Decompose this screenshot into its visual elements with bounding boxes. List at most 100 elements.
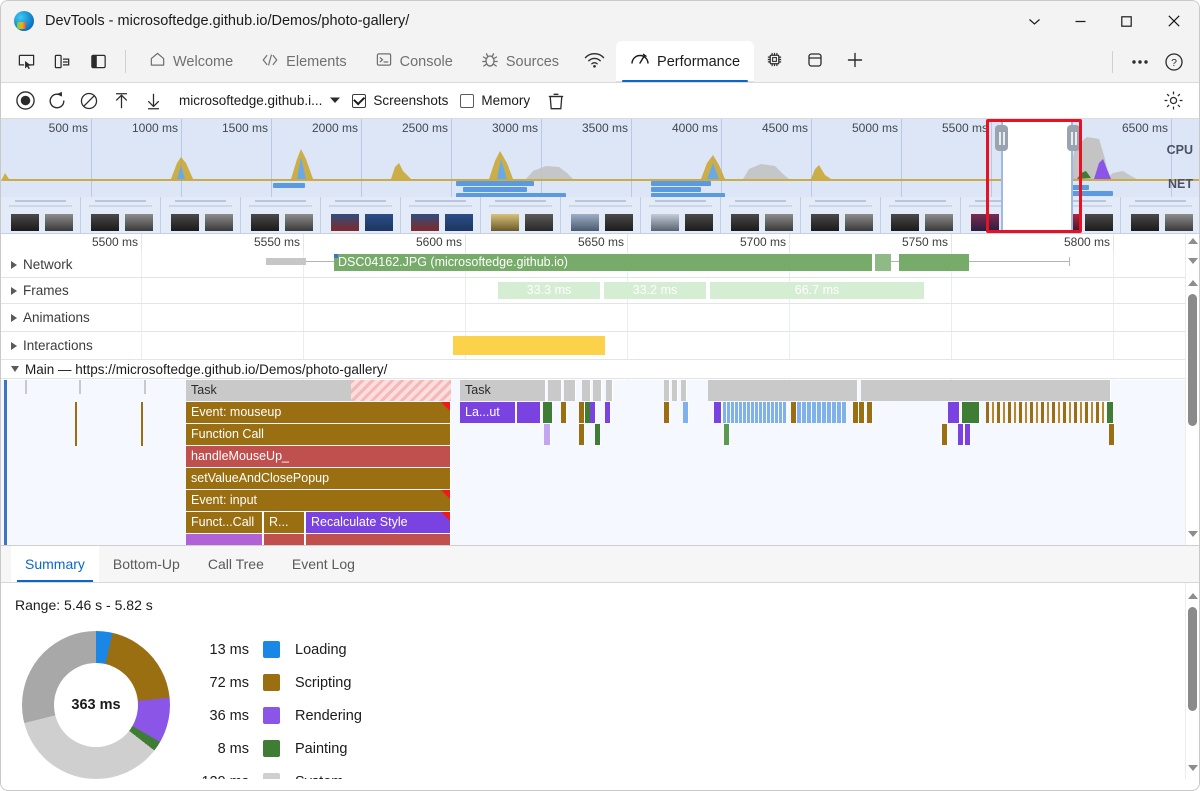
expand-triangle-icon[interactable] xyxy=(11,314,17,322)
track-network[interactable]: Network DSC04162.JPG (microsoftedge.gith… xyxy=(1,252,1185,278)
tab-elements[interactable]: Elements xyxy=(247,41,360,82)
scroll-down-arrow[interactable] xyxy=(1188,765,1198,771)
flame-bar-scripting[interactable] xyxy=(867,402,873,423)
tab-sources[interactable]: Sources xyxy=(467,41,573,82)
scroll-up-arrow[interactable] xyxy=(1188,593,1198,599)
flame-bar-function-call-short[interactable]: Funct...Call xyxy=(186,512,263,533)
save-profile-icon[interactable] xyxy=(137,87,169,115)
track-label-network[interactable]: Network xyxy=(1,252,73,277)
expand-triangle-icon[interactable] xyxy=(11,342,17,350)
track-label-frames[interactable]: Frames xyxy=(1,278,69,303)
frame-duration-box[interactable]: 33.2 ms xyxy=(604,282,708,299)
flame-bar-rendering-light[interactable] xyxy=(544,424,551,445)
tab-network[interactable] xyxy=(573,41,616,82)
flame-bar-painting[interactable] xyxy=(724,424,730,445)
minimize-icon[interactable] xyxy=(1057,1,1103,41)
flame-bar-scripting[interactable] xyxy=(859,402,865,423)
main-thread-flame-stack[interactable]: Task Task Event: mouseup La...ut xyxy=(1,380,1185,545)
filmstrip-frame[interactable] xyxy=(801,197,881,234)
flame-bar-task[interactable] xyxy=(672,380,678,401)
flame-bar-task[interactable] xyxy=(582,380,591,401)
tab-event-log[interactable]: Event Log xyxy=(278,546,369,582)
scroll-up-arrow[interactable] xyxy=(1188,238,1198,244)
legend-row-scripting[interactable]: 72 ms Scripting xyxy=(191,666,362,699)
network-request-bar[interactable] xyxy=(875,254,891,271)
network-request-bar[interactable]: DSC04162.JPG (microsoftedge.github.io) xyxy=(334,254,872,271)
track-label-interactions[interactable]: Interactions xyxy=(1,332,93,359)
filmstrip-frame[interactable] xyxy=(881,197,961,234)
flame-bar-event-mouseup[interactable]: Event: mouseup xyxy=(186,402,451,423)
overview-selection-window[interactable] xyxy=(1001,119,1073,233)
tab-call-tree[interactable]: Call Tree xyxy=(194,546,278,582)
scroll-up-arrow[interactable] xyxy=(1188,280,1198,286)
load-profile-icon[interactable] xyxy=(105,87,137,115)
inspect-icon[interactable] xyxy=(11,47,41,77)
filmstrip-frame[interactable] xyxy=(1121,197,1199,234)
chevron-down-icon[interactable] xyxy=(1011,1,1057,41)
flame-bar-scripting[interactable] xyxy=(664,402,670,423)
recording-target-label[interactable]: microsoftedge.github.i... xyxy=(179,93,322,108)
legend-row-rendering[interactable]: 36 ms Rendering xyxy=(191,699,362,732)
frame-duration-box[interactable]: 33.3 ms xyxy=(498,282,602,299)
maximize-icon[interactable] xyxy=(1103,1,1149,41)
track-label-main[interactable]: Main — https://microsoftedge.github.io/D… xyxy=(1,360,1185,379)
flame-bar-task[interactable] xyxy=(681,380,687,401)
dock-side-icon[interactable] xyxy=(83,47,113,77)
flame-bar-recalc-short[interactable]: R... xyxy=(264,512,305,533)
flame-bar-task[interactable] xyxy=(548,380,562,401)
flame-bar-task[interactable] xyxy=(861,380,1111,401)
filmstrip-frame[interactable] xyxy=(1,197,81,234)
flame-bar-handlemouseup[interactable]: handleMouseUp_ xyxy=(186,446,451,467)
tab-console[interactable]: Console xyxy=(361,41,467,82)
timeline-overview[interactable]: 500 ms 1000 ms 1500 ms 2000 ms 2500 ms 3… xyxy=(1,119,1199,234)
flame-bar-rendering[interactable] xyxy=(590,402,596,423)
flame-bar-task[interactable] xyxy=(606,380,613,401)
frame-duration-box[interactable]: 66.7 ms xyxy=(710,282,926,299)
chevron-down-icon[interactable] xyxy=(322,96,348,105)
flame-bar-layout[interactable]: La...ut xyxy=(460,402,516,423)
flame-bar-function-call[interactable]: Function Call xyxy=(186,424,451,445)
flame-bar-rendering[interactable] xyxy=(965,424,971,445)
summary-scrollbar[interactable] xyxy=(1185,583,1199,779)
flame-bar-rendering[interactable] xyxy=(517,402,541,423)
tab-bottom-up[interactable]: Bottom-Up xyxy=(99,546,194,582)
interaction-event-bar[interactable] xyxy=(453,336,605,355)
flame-bar-rendering[interactable] xyxy=(714,402,722,423)
clear-recording-icon[interactable] xyxy=(73,87,105,115)
flame-chart-area[interactable]: 5500 ms 5550 ms 5600 ms 5650 ms 5700 ms … xyxy=(1,234,1199,546)
flame-bar-task[interactable] xyxy=(708,380,858,401)
expand-triangle-icon[interactable] xyxy=(11,287,17,295)
filmstrip-frame[interactable] xyxy=(641,197,721,234)
flame-bar-partial[interactable] xyxy=(264,534,305,545)
scroll-down-arrow[interactable] xyxy=(1188,531,1198,537)
help-icon[interactable]: ? xyxy=(1159,47,1189,77)
flame-bar-scripting-group[interactable] xyxy=(986,402,1106,423)
capture-settings-gear-icon[interactable] xyxy=(1157,87,1189,115)
flame-bar-setvalueandclosepopup[interactable]: setValueAndClosePopup xyxy=(186,468,451,489)
scroll-down-arrow[interactable] xyxy=(1188,258,1198,264)
flame-bar-painting[interactable] xyxy=(595,424,601,445)
collapse-triangle-icon[interactable] xyxy=(11,366,19,372)
flame-bar-rendering[interactable] xyxy=(958,424,964,445)
scroll-thumb[interactable] xyxy=(1188,294,1197,426)
network-request-bar[interactable] xyxy=(899,254,969,271)
checkbox-box[interactable] xyxy=(460,94,474,108)
flame-bar-task[interactable] xyxy=(564,380,576,401)
reload-and-record-icon[interactable] xyxy=(41,87,73,115)
tab-memory[interactable] xyxy=(754,41,795,82)
filmstrip-frame[interactable] xyxy=(561,197,641,234)
flame-bar-task[interactable]: Task xyxy=(460,380,546,401)
flame-bar-painting[interactable] xyxy=(1107,402,1114,423)
track-label-animations[interactable]: Animations xyxy=(1,304,90,331)
flame-bar-rendering[interactable] xyxy=(948,402,960,423)
filmstrip-frame[interactable] xyxy=(401,197,481,234)
scroll-thumb[interactable] xyxy=(1188,607,1197,711)
flame-bar-loading-group[interactable] xyxy=(797,402,847,423)
flame-bar-loading[interactable] xyxy=(683,402,689,423)
drag-handle-left[interactable] xyxy=(995,125,1008,151)
screenshots-checkbox[interactable]: Screenshots xyxy=(352,93,448,108)
filmstrip-frame[interactable] xyxy=(481,197,561,234)
flame-bar-event-input[interactable]: Event: input xyxy=(186,490,451,511)
track-interactions[interactable]: Interactions xyxy=(1,332,1185,360)
activity-donut-chart[interactable]: 363 ms xyxy=(22,631,170,779)
